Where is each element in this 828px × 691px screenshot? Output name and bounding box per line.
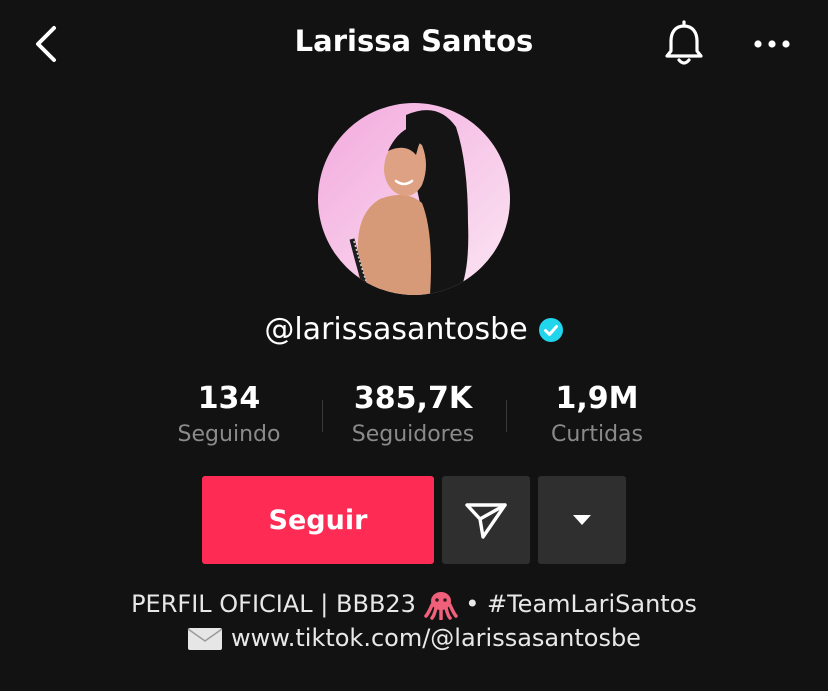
stat-value: 385,7K	[353, 381, 473, 416]
stat-value: 134	[197, 381, 261, 416]
caret-down-icon	[573, 515, 591, 525]
top-bar: Larissa Santos	[0, 0, 828, 88]
send-icon	[465, 503, 507, 539]
stat-likes[interactable]: 1,9M Curtidas	[507, 380, 687, 447]
more-options-button[interactable]	[538, 476, 626, 564]
bio-text: PERFIL OFICIAL | BBB23	[131, 590, 424, 618]
avatar-image	[318, 103, 510, 295]
envelope-icon	[187, 628, 223, 650]
profile-handle: @larissasantosbe	[264, 312, 528, 347]
handle-row: @larissasantosbe	[0, 312, 828, 347]
stat-label: Seguindo	[177, 422, 281, 447]
bio-line-2: www.tiktok.com/@larissasantosbe	[0, 624, 828, 652]
follow-button[interactable]: Seguir	[202, 476, 434, 564]
stats-row: 134 Seguindo 385,7K Seguidores 1,9M Curt…	[136, 380, 692, 460]
verified-badge-icon	[538, 317, 563, 342]
stat-following[interactable]: 134 Seguindo	[139, 380, 319, 447]
more-horizontal-icon[interactable]	[748, 30, 796, 58]
bio-hashtag: • #TeamLariSantos	[457, 590, 697, 618]
bio-line-1: PERFIL OFICIAL | BBB23 • #TeamLariSantos	[0, 590, 828, 620]
avatar[interactable]	[318, 103, 510, 295]
message-button[interactable]	[442, 476, 530, 564]
octopus-emoji-icon	[423, 592, 458, 620]
bell-icon[interactable]	[660, 20, 708, 68]
stat-label: Curtidas	[551, 422, 643, 447]
stat-value: 1,9M	[555, 381, 639, 416]
stat-label: Seguidores	[351, 422, 475, 447]
stat-followers[interactable]: 385,7K Seguidores	[323, 380, 503, 447]
bio-link[interactable]: www.tiktok.com/@larissasantosbe	[231, 624, 641, 652]
